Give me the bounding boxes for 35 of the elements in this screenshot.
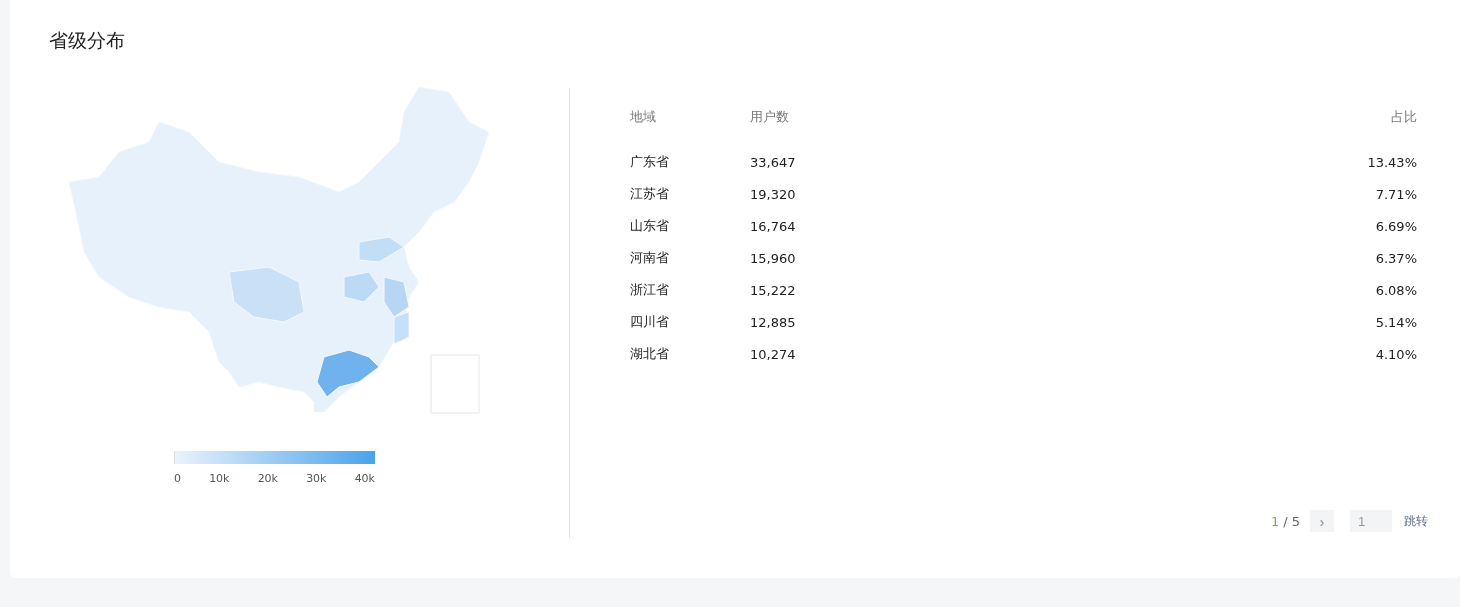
table-cell-text: 河南省: [630, 249, 670, 267]
current-page: 1: [1270, 513, 1280, 529]
table-cell-text: 山东省: [630, 217, 670, 235]
table-cell-text: 33,647: [750, 153, 797, 172]
column-header: 用户数: [750, 108, 790, 126]
table-cell-text: 浙江省: [630, 281, 670, 299]
scale-label: 30k: [306, 472, 327, 485]
table-cell-text: 6.08%: [1374, 281, 1417, 300]
table-cell-text: 6.69%: [1374, 217, 1417, 236]
table-cell-text: 12,885: [750, 313, 797, 332]
jump-button[interactable]: 跳转: [1404, 512, 1428, 530]
table-cell-text: 15,222: [750, 281, 797, 300]
table-cell-text: 15,960: [750, 249, 797, 268]
table-cell-text: 13.43%: [1366, 153, 1417, 172]
column-header: 地域: [630, 102, 750, 146]
table-cell-text: 19,320: [750, 185, 797, 204]
scale-label: 20k: [257, 472, 278, 485]
scale-label: 0: [174, 472, 181, 485]
table-cell-text: 5.14%: [1374, 313, 1417, 332]
table-cell-text: 6.37%: [1374, 249, 1417, 268]
table-cell-text: 10,274: [750, 345, 797, 364]
page-total: / 5: [1283, 513, 1300, 529]
section-title: 省级分布: [49, 28, 126, 53]
page-input-field[interactable]: 1: [1350, 510, 1392, 532]
column-header: 占比: [1390, 108, 1417, 126]
table-cell-text: 16,764: [750, 217, 797, 236]
table-cell-text: 四川省: [630, 313, 670, 331]
table-cell-text: 4.10%: [1374, 345, 1417, 364]
scale-label: 10k: [209, 472, 230, 485]
table-cell-text: 湖北省: [630, 345, 670, 363]
scale-label: 40k: [354, 472, 375, 485]
table-cell-text: 江苏省: [630, 185, 670, 203]
table-cell-text: 7.71%: [1374, 185, 1417, 204]
table-cell-text: 广东省: [630, 153, 670, 171]
next-page-button[interactable]: ›: [1310, 510, 1334, 532]
